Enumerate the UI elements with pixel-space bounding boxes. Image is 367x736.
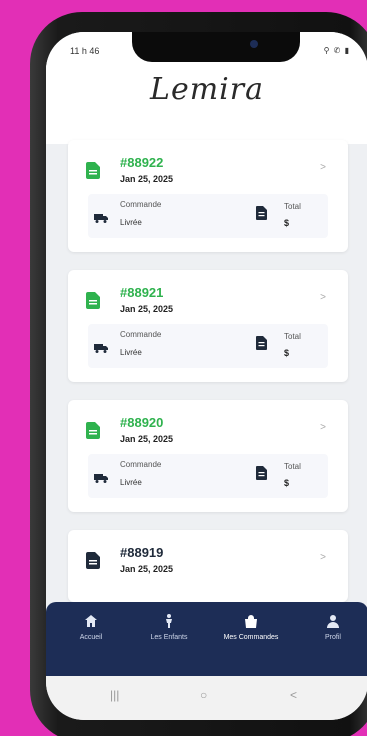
receipt-icon <box>256 206 267 220</box>
total-label: Total <box>284 462 301 471</box>
order-number: #88919 <box>120 545 164 560</box>
nav-label: Mes Commandes <box>223 634 279 641</box>
order-details: Commande Livrée Total $ <box>88 194 328 238</box>
back-button[interactable]: < <box>290 688 297 702</box>
order-status: Livrée <box>120 218 142 227</box>
order-number: #88921 <box>120 285 164 300</box>
nav-item-profil[interactable]: Profil <box>298 614 367 641</box>
nav-label: Accueil <box>79 634 103 641</box>
order-type-label: Commande <box>120 330 162 339</box>
total-value: $ <box>284 478 290 488</box>
status-time: 11 h 46 <box>70 46 100 56</box>
order-details: Commande Livrée Total $ <box>88 324 328 368</box>
user-icon <box>326 614 340 628</box>
system-navigation-bar: ||| ○ < <box>46 676 367 720</box>
order-type-label: Commande <box>120 460 162 469</box>
order-status: Livrée <box>120 348 142 357</box>
order-date: Jan 25, 2025 <box>120 564 174 574</box>
nav-item-enfants[interactable]: Les Enfants <box>134 614 204 641</box>
order-date: Jan 25, 2025 <box>120 304 174 314</box>
status-icons: ⚲ ✆ ▮ <box>323 46 350 55</box>
order-card[interactable]: #88921 Jan 25, 2025 > Commande Livrée To… <box>68 270 348 382</box>
app-header: Lemira <box>46 64 367 144</box>
receipt-icon <box>256 466 267 480</box>
order-date: Jan 25, 2025 <box>120 434 174 444</box>
front-camera <box>250 40 258 48</box>
total-label: Total <box>284 202 301 211</box>
chevron-right-icon[interactable]: > <box>320 162 326 173</box>
document-icon <box>86 162 100 179</box>
order-number: #88922 <box>120 155 164 170</box>
nav-label: Profil <box>325 634 341 641</box>
truck-icon <box>94 210 108 223</box>
chevron-right-icon[interactable]: > <box>320 422 326 433</box>
document-icon <box>86 422 100 439</box>
truck-icon <box>94 340 108 353</box>
order-card[interactable]: #88919 Jan 25, 2025 > <box>68 530 348 602</box>
truck-icon <box>94 470 108 483</box>
order-date: Jan 25, 2025 <box>120 174 174 184</box>
order-card[interactable]: #88922 Jan 25, 2025 > Commande Livrée To… <box>68 140 348 252</box>
home-icon <box>84 614 98 628</box>
total-label: Total <box>284 332 301 341</box>
order-card[interactable]: #88920 Jan 25, 2025 > Commande Livrée To… <box>68 400 348 512</box>
camera-notch <box>132 32 300 62</box>
nav-item-commandes[interactable]: Mes Commandes <box>216 614 286 641</box>
nav-item-accueil[interactable]: Accueil <box>56 614 126 641</box>
nav-label: Les Enfants <box>150 634 188 641</box>
person-icon <box>162 614 176 628</box>
order-details: Commande Livrée Total $ <box>88 454 328 498</box>
home-button[interactable]: ○ <box>200 688 207 702</box>
document-icon <box>86 292 100 309</box>
chevron-right-icon[interactable]: > <box>320 552 326 563</box>
order-status: Livrée <box>120 478 142 487</box>
document-icon <box>86 552 100 569</box>
phone-screen: 11 h 46 ⚲ ✆ ▮ Lemira #88922 Jan 25, 2025… <box>46 32 367 720</box>
brand-logo: Lemira <box>150 72 264 107</box>
receipt-icon <box>256 336 267 350</box>
total-value: $ <box>284 348 290 358</box>
chevron-right-icon[interactable]: > <box>320 292 326 303</box>
order-type-label: Commande <box>120 200 162 209</box>
bottom-navigation: Accueil Les Enfants Mes Commandes Profil <box>46 602 367 676</box>
order-number: #88920 <box>120 415 164 430</box>
total-value: $ <box>284 218 290 228</box>
recent-apps-button[interactable]: ||| <box>110 688 119 702</box>
shopping-bag-icon <box>244 614 258 628</box>
orders-list: #88922 Jan 25, 2025 > Commande Livrée To… <box>68 140 348 620</box>
